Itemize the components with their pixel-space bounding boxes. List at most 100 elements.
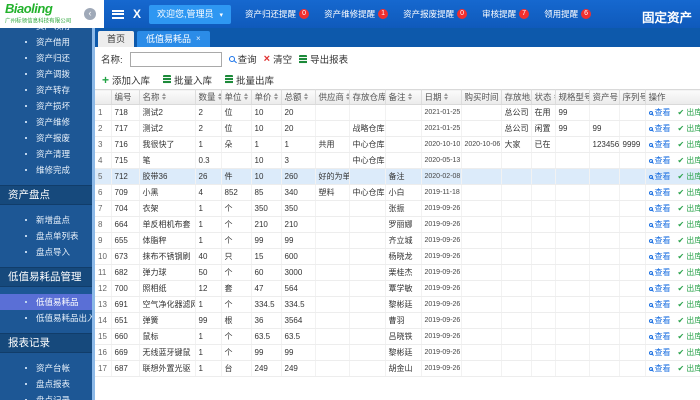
view-button[interactable]: 查看 [648, 331, 671, 342]
out-stock-button[interactable]: ✔出库 [678, 203, 700, 214]
col-header[interactable]: 单价 [251, 89, 282, 105]
table-row[interactable]: 13 691 空气净化器滤网 1 个 334.5 334.5 黎彬廷 2019-09-26 查看 ✔… [95, 296, 700, 313]
out-stock-button[interactable]: ✔出库 [678, 107, 700, 118]
sidebar-item[interactable]: 盘点单列表 [0, 228, 95, 244]
topbar-alert[interactable]: 审核提醒 7 [482, 8, 530, 20]
out-stock-button[interactable]: ✔出库 [678, 267, 700, 278]
table-row[interactable]: 5712胶带3626件10260好的为单号 备注2020-02-08 查看 ✔出库 [95, 168, 700, 185]
sidebar-item[interactable]: 资产损坏 [0, 98, 95, 114]
table-row[interactable]: 7704衣架1个350350张振2019-09-26查看✔出库 [95, 200, 700, 217]
col-header[interactable]: 供应商 [315, 89, 350, 105]
view-button[interactable]: 查看 [648, 219, 671, 230]
sidebar-item[interactable]: 资产清理 [0, 146, 95, 162]
col-header[interactable]: 存放仓库 [349, 89, 386, 105]
out-stock-button[interactable]: ✔出库 [678, 219, 700, 230]
col-header[interactable]: 名称 [139, 89, 196, 105]
topbar-alert[interactable]: 领用提醒 6 [544, 8, 592, 20]
out-stock-button[interactable]: ✔出库 [678, 235, 700, 246]
table-row[interactable]: 11682弹力球50个603000 栗桂杰2019-09-26 查看 ✔出库 [95, 264, 700, 281]
sidebar-item[interactable]: 新增盘点 [0, 212, 95, 228]
col-header[interactable]: 规格型号 [555, 89, 590, 105]
topbar-alert[interactable]: 资产报废提醒 0 [403, 8, 468, 20]
view-button[interactable]: 查看 [648, 107, 671, 118]
sidebar-section-header[interactable]: 资产盘点 [0, 185, 95, 205]
table-row[interactable]: 14651弹簧99根363564 曹羽2019-09-26 查看 ✔出库 [95, 312, 700, 329]
view-button[interactable]: 查看 [648, 267, 671, 278]
tab[interactable]: 低值易耗品 × [137, 31, 210, 47]
batch-in-button[interactable]: 批量入库 [163, 73, 212, 87]
out-stock-button[interactable]: ✔出库 [678, 315, 700, 326]
out-stock-button[interactable]: ✔出库 [678, 363, 700, 374]
view-button[interactable]: 查看 [648, 139, 671, 150]
hamburger-menu-icon[interactable] [112, 9, 124, 19]
sidebar-collapse-button[interactable]: ‹ [84, 8, 96, 20]
col-header[interactable]: 状态 [531, 89, 556, 105]
view-button[interactable]: 查看 [648, 171, 671, 182]
view-button[interactable]: 查看 [648, 283, 671, 294]
view-button[interactable]: 查看 [648, 363, 671, 374]
sidebar-item[interactable]: 资产调拨 [0, 66, 95, 82]
table-row[interactable]: 4715笔0.3 103 中心仓库 2020-05-13 查看 ✔出库 [95, 152, 700, 169]
table-row[interactable]: 9655体脂秤1个9999齐立城2019-09-26查看✔出库 [95, 232, 700, 249]
search-button[interactable]: 查询 [228, 52, 257, 66]
out-stock-button[interactable]: ✔出库 [678, 251, 700, 262]
out-stock-button[interactable]: ✔出库 [678, 123, 700, 134]
export-report-button[interactable]: 导出报表 [299, 52, 348, 66]
table-row[interactable]: 16669无线蓝牙键鼠1个9999黎彬廷2019-09-26查看✔出库 [95, 344, 700, 361]
col-header[interactable]: 数量 [195, 89, 222, 105]
user-welcome-dropdown[interactable]: 欢迎您,管理员 ▾ [149, 4, 232, 24]
table-row[interactable]: 2 717 测试2 2 位 10 20 战略仓库 2021-01-25 总公司 闲置 99 99 查看 ✔ 出… [95, 120, 700, 137]
table-row[interactable]: 1718测试22位1020 2021-01-25 总公司在用99 查看 ✔出库 [95, 104, 700, 121]
sidebar-item[interactable]: 资产转存 [0, 82, 95, 98]
sidebar-item[interactable]: 维修完成 [0, 162, 95, 178]
sidebar-item[interactable]: 资产报废 [0, 130, 95, 146]
col-header[interactable]: 序列号 [619, 89, 646, 105]
sidebar-item[interactable]: 资产借用 [0, 34, 95, 50]
sidebar-item[interactable]: 资产维修 [0, 114, 95, 130]
sidebar-item[interactable]: 资产归还 [0, 50, 95, 66]
out-stock-button[interactable]: ✔出库 [678, 139, 700, 150]
sidebar-section-header[interactable]: 低值易耗品管理 [0, 267, 95, 287]
col-header[interactable]: 备注 [385, 89, 422, 105]
out-stock-button[interactable]: ✔出库 [678, 171, 700, 182]
out-stock-button[interactable]: ✔出库 [678, 347, 700, 358]
topbar-alert[interactable]: 资产维修提醒 1 [324, 8, 389, 20]
col-header[interactable]: 单位 [221, 89, 252, 105]
table-row[interactable]: 17687联想外置光驱1台249249胡金山2019-09-26查看✔出库 [95, 360, 700, 377]
view-button[interactable]: 查看 [648, 299, 671, 310]
topbar-alert[interactable]: 资产归还提醒 0 [245, 8, 310, 20]
view-button[interactable]: 查看 [648, 347, 671, 358]
out-stock-button[interactable]: ✔出库 [678, 155, 700, 166]
view-button[interactable]: 查看 [648, 187, 671, 198]
col-header[interactable]: 购买时间 [461, 89, 502, 105]
table-row[interactable]: 12700照相纸12套47564覃学敏2019-09-26查看✔出库 [95, 280, 700, 297]
out-stock-button[interactable]: ✔出库 [678, 331, 700, 342]
view-button[interactable]: 查看 [648, 203, 671, 214]
close-menu-icon[interactable]: X [133, 7, 141, 21]
clear-button[interactable]: × 清空 [264, 52, 292, 66]
batch-out-button[interactable]: 批量出库 [225, 73, 274, 87]
col-header[interactable]: 日期 [421, 89, 462, 105]
sidebar-item[interactable]: 低值易耗品 [0, 294, 95, 310]
col-header[interactable]: 存放地点 [501, 89, 532, 105]
out-stock-button[interactable]: ✔出库 [678, 187, 700, 198]
table-row[interactable]: 15660鼠标1个63.563.5吕晓铁2019-09-26查看✔出库 [95, 328, 700, 345]
table-row[interactable]: 6709小黑485285340塑料中心仓库小白2019-11-18 查看 ✔出库 [95, 184, 700, 201]
sidebar-item[interactable]: 盘点导入 [0, 244, 95, 260]
sidebar-item[interactable]: 盘点记录 [0, 392, 95, 400]
tab[interactable]: 首页 [98, 31, 135, 47]
table-row[interactable]: 10673抹布不锈钢刷40只15600 杨晓龙2019-09-26 查看 ✔出库 [95, 248, 700, 265]
view-button[interactable]: 查看 [648, 251, 671, 262]
view-button[interactable]: 查看 [648, 235, 671, 246]
view-button[interactable]: 查看 [648, 155, 671, 166]
table-row[interactable]: 3 716 我很快了 1 朵 1 1 共用 中心仓库 2020-10-10 2020-10-06 大家… [95, 136, 700, 153]
table-row[interactable]: 8664单反相机布套1个210210罗丽娜2019-09-26查看✔出库 [95, 216, 700, 233]
sidebar-item[interactable]: 盘点报表 [0, 376, 95, 392]
add-stock-button[interactable]: + 添加入库 [102, 73, 150, 87]
tab-close-icon[interactable]: × [196, 35, 201, 43]
out-stock-button[interactable]: ✔出库 [678, 283, 700, 294]
sidebar-item[interactable]: 资产台帐 [0, 360, 95, 376]
sidebar-section-header[interactable]: 报表记录 [0, 333, 95, 353]
view-button[interactable]: 查看 [648, 315, 671, 326]
out-stock-button[interactable]: ✔出库 [678, 299, 700, 310]
